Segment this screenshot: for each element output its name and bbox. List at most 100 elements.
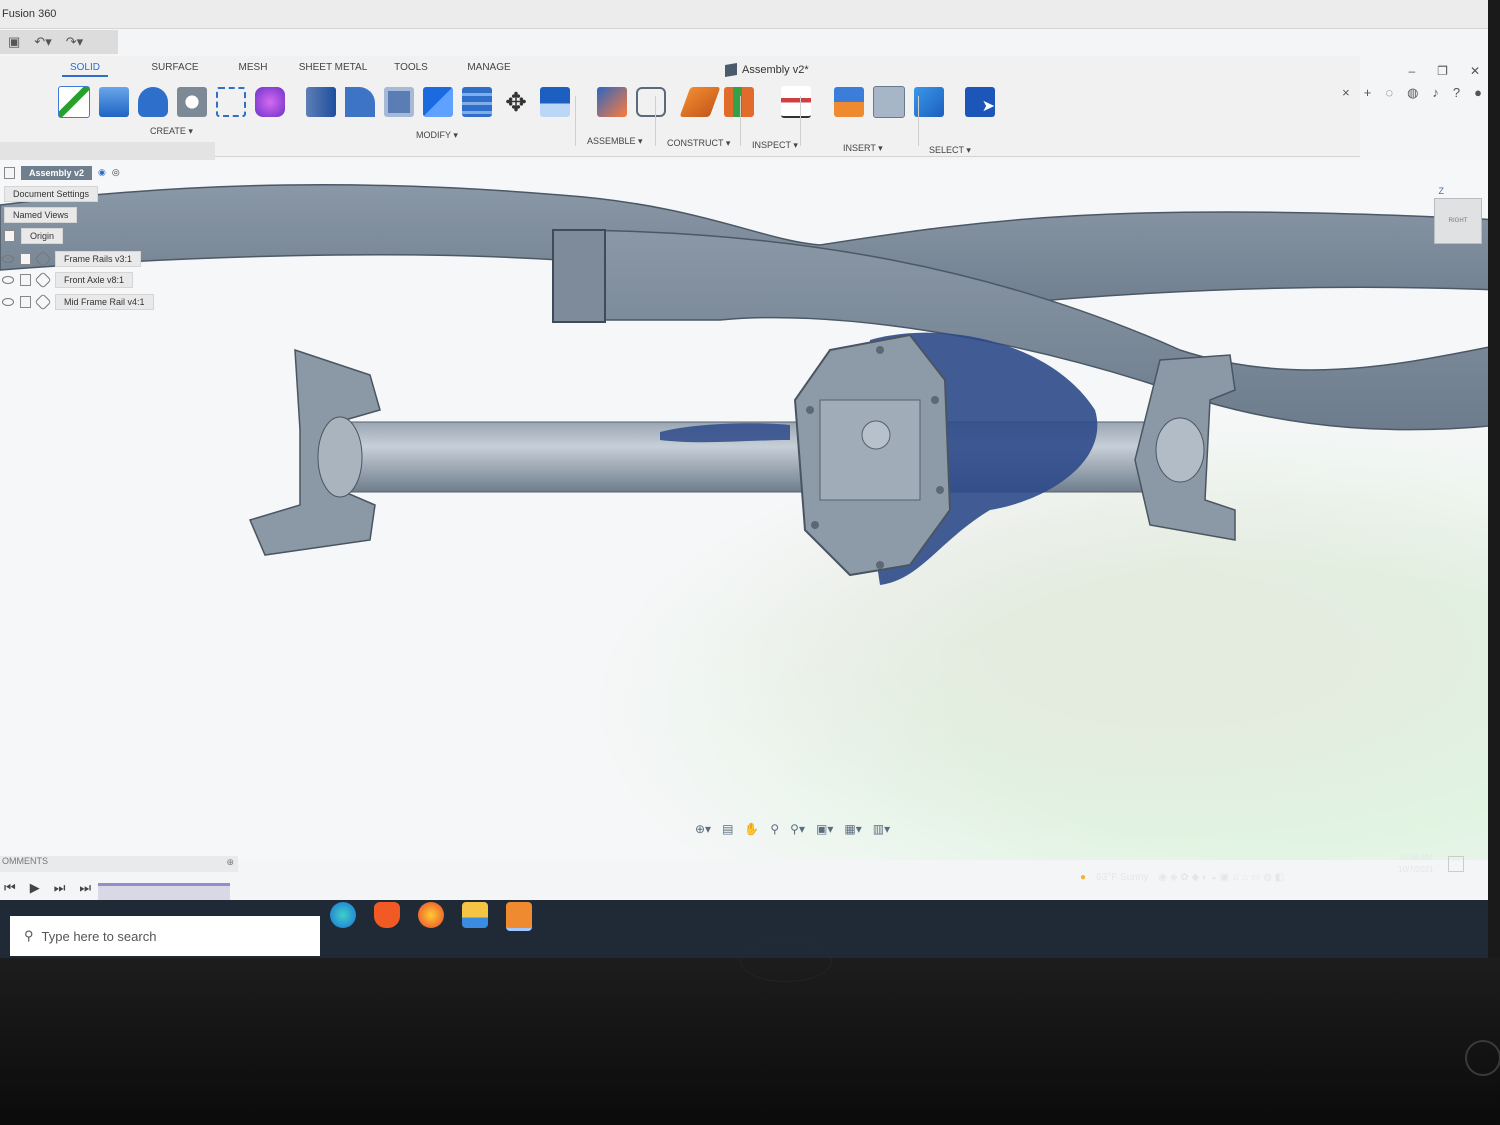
cover-bolt [806, 406, 814, 414]
tree-item-label: Mid Frame Rail v4:1 [55, 293, 154, 310]
measure-icon[interactable] [781, 86, 811, 118]
tree-item-label: Frame Rails v3:1 [55, 250, 142, 267]
display-settings-icon[interactable]: ▣▾ [816, 822, 833, 836]
3d-viewport[interactable]: RIGHT Z [0, 160, 1500, 860]
create-sketch-icon[interactable] [58, 86, 90, 118]
form-icon[interactable] [255, 87, 285, 117]
file-explorer-icon[interactable] [462, 902, 488, 928]
notifications-icon[interactable]: ◍ [1407, 85, 1418, 101]
visibility-eye-icon[interactable] [2, 297, 14, 306]
shell-icon[interactable] [384, 87, 414, 117]
combine-icon[interactable] [423, 87, 453, 117]
zoom-window-icon[interactable]: ⚲▾ [790, 822, 805, 836]
rail-end-box[interactable] [552, 229, 606, 323]
revolve-icon[interactable] [138, 87, 168, 117]
tab-sheet-metal[interactable]: SHEET METAL [294, 62, 372, 77]
insert-mesh-icon[interactable] [873, 86, 905, 118]
look-at-icon[interactable]: ▤ [722, 822, 733, 836]
modify-group-label[interactable]: MODIFY ▾ [416, 130, 458, 141]
tree-item-frame-rails[interactable]: Frame Rails v3:1 [2, 250, 142, 267]
activate-icon[interactable]: ◉ [98, 167, 106, 178]
tab-surface[interactable]: SURFACE [136, 62, 214, 77]
construct-group-label[interactable]: CONSTRUCT ▾ [667, 138, 730, 149]
new-tab-icon[interactable]: + [1364, 85, 1372, 101]
document-tab[interactable]: Assembly v2* [725, 62, 809, 78]
tree-item-origin[interactable]: Origin [4, 227, 64, 244]
viewcube[interactable]: RIGHT [1434, 198, 1482, 244]
link-icon [34, 271, 52, 288]
job-status-icon[interactable]: ◌ [1385, 85, 1393, 101]
diff-pad[interactable] [819, 399, 921, 501]
profile-icon[interactable]: ● [1474, 85, 1482, 101]
hole-icon[interactable] [177, 87, 207, 117]
zoom-icon[interactable]: ⚲ [770, 822, 779, 836]
offset-plane-icon[interactable] [679, 87, 721, 117]
taskbar-search[interactable]: ⚲ Type here to search [10, 916, 320, 956]
fillet-icon[interactable] [345, 87, 375, 117]
edge-icon[interactable] [330, 902, 356, 928]
move-icon[interactable]: ✥ [501, 87, 531, 117]
power-button-icon[interactable] [1465, 1040, 1500, 1076]
viewports-icon[interactable]: ▥▾ [873, 822, 890, 836]
quick-access-bar: ▣ ↶▾ ↷▾ [0, 30, 118, 54]
action-center-icon[interactable] [1448, 856, 1464, 872]
create-group-label[interactable]: CREATE ▾ [150, 126, 193, 137]
browser-header[interactable] [0, 142, 215, 160]
model-canvas[interactable] [0, 160, 1500, 860]
align-icon[interactable] [540, 87, 570, 117]
minimize-icon[interactable]: – [1408, 64, 1415, 78]
right-hub[interactable] [1155, 417, 1205, 483]
select-icon[interactable]: ➤ [965, 87, 995, 117]
weather-text[interactable]: 63°F Sunny [1096, 872, 1148, 883]
tree-item-front-axle[interactable]: Front Axle v8:1 [2, 271, 134, 288]
tree-item-document-settings[interactable]: Document Settings [4, 185, 99, 202]
tree-item-named-views[interactable]: Named Views [4, 206, 78, 223]
tree-item-mid-frame-rail[interactable]: Mid Frame Rail v4:1 [2, 293, 154, 310]
tree-root-row[interactable]: Assembly v2 ◉ ◎ [4, 164, 120, 181]
left-hub[interactable] [317, 416, 363, 498]
insert-svg-icon[interactable] [834, 87, 864, 117]
help-icon[interactable]: ? [1453, 85, 1460, 101]
pattern-icon[interactable] [216, 87, 246, 117]
timeline-step-icon[interactable]: ⏭ [54, 880, 66, 896]
add-comment-icon[interactable]: ⊕ [226, 857, 234, 868]
grid-settings-icon[interactable]: ▦▾ [844, 822, 861, 836]
fill-plug[interactable] [861, 420, 891, 450]
midplane-icon[interactable] [724, 87, 754, 117]
orbit-icon[interactable]: ⊕▾ [695, 822, 711, 836]
tab-tools[interactable]: TOOLS [372, 62, 450, 77]
redo-icon[interactable]: ↷▾ [66, 34, 83, 50]
assemble-group-label[interactable]: ASSEMBLE ▾ [587, 136, 643, 147]
insert-group-label[interactable]: INSERT ▾ [843, 143, 883, 154]
inspect-group-label[interactable]: INSPECT ▾ [752, 140, 798, 151]
fusion-360-taskbar-icon[interactable] [506, 902, 532, 931]
save-icon[interactable]: ▣ [8, 34, 20, 50]
extrude-icon[interactable] [99, 87, 129, 117]
offset-face-icon[interactable] [462, 87, 492, 117]
tray-app-icon[interactable]: ◉ ◈ ✿ ◆ ◐ ◒ ▣ ♫ ⌂ ▭ ◍ ◧ [1158, 872, 1284, 883]
brave-icon[interactable] [374, 902, 400, 928]
timeline-end-icon[interactable]: ⏭ [79, 880, 91, 896]
close-window-icon[interactable]: ✕ [1470, 64, 1480, 78]
close-tab-icon[interactable]: × [1342, 85, 1350, 101]
firefox-icon[interactable] [418, 902, 444, 928]
select-group-label[interactable]: SELECT ▾ [929, 145, 971, 156]
timeline-play-icon[interactable]: ▶ [30, 880, 40, 896]
weather-icon: ● [1080, 872, 1087, 883]
visibility-eye-icon[interactable] [2, 254, 14, 263]
tab-mesh[interactable]: MESH [214, 62, 292, 77]
tab-manage[interactable]: MANAGE [450, 62, 528, 77]
press-pull-icon[interactable] [306, 87, 336, 117]
visibility-eye-icon[interactable] [2, 275, 14, 284]
timeline-start-icon[interactable]: ⏮ [4, 880, 16, 896]
taskbar-clock[interactable]: 10:58 AM 10/7/2021 [1398, 852, 1434, 876]
new-component-icon[interactable] [597, 87, 627, 117]
bell-icon[interactable]: ♪ [1432, 85, 1439, 101]
pan-icon[interactable]: ✋ [744, 822, 759, 836]
comments-panel[interactable]: OMMENTS ⊕ [0, 856, 238, 872]
target-icon[interactable]: ◎ [112, 167, 120, 178]
tab-solid[interactable]: SOLID [62, 62, 108, 77]
joint-icon[interactable] [636, 87, 666, 117]
undo-icon[interactable]: ↶▾ [34, 34, 51, 50]
restore-icon[interactable]: ❐ [1437, 64, 1448, 78]
